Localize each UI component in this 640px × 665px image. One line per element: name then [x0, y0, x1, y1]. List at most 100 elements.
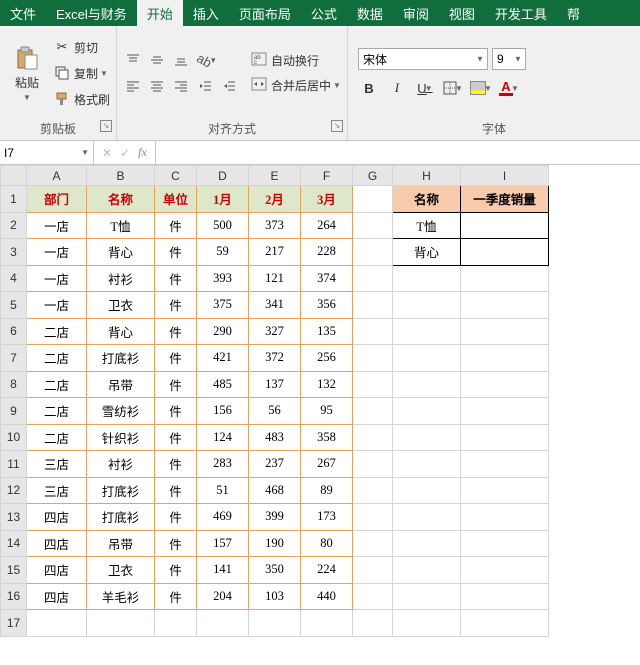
cell[interactable]: 一店	[27, 292, 87, 319]
cell[interactable]: 421	[197, 345, 249, 372]
cell[interactable]: 341	[249, 292, 301, 319]
cell[interactable]	[461, 212, 549, 239]
cell[interactable]: 121	[249, 265, 301, 292]
spreadsheet-grid[interactable]: ABCDEFGHI1部门名称单位1月2月3月名称一季度销量2一店T恤件50037…	[0, 165, 640, 665]
cell[interactable]: 卫衣	[87, 292, 155, 319]
cell[interactable]: 吊带	[87, 371, 155, 398]
cell[interactable]: 399	[249, 504, 301, 531]
cell[interactable]: 件	[155, 504, 197, 531]
cell[interactable]	[197, 610, 249, 637]
row-header[interactable]: 11	[1, 451, 27, 478]
ribbon-tab[interactable]: Excel与财务	[46, 0, 137, 26]
cell[interactable]	[393, 265, 461, 292]
cell[interactable]: 204	[197, 583, 249, 610]
column-header[interactable]: E	[249, 166, 301, 186]
cell[interactable]	[461, 345, 549, 372]
cell[interactable]: 件	[155, 557, 197, 584]
cell[interactable]	[393, 398, 461, 425]
cell[interactable]: 372	[249, 345, 301, 372]
column-header[interactable]: B	[87, 166, 155, 186]
row-header[interactable]: 17	[1, 610, 27, 637]
cell[interactable]: 375	[197, 292, 249, 319]
cell[interactable]: 打底衫	[87, 345, 155, 372]
row-header[interactable]: 12	[1, 477, 27, 504]
enter-icon[interactable]: ✓	[120, 146, 130, 160]
font-size-select[interactable]: 9 ▼	[492, 48, 526, 70]
select-all-corner[interactable]	[1, 166, 27, 186]
cell[interactable]	[353, 398, 393, 425]
cell[interactable]: 358	[301, 424, 353, 451]
cell[interactable]: 二店	[27, 371, 87, 398]
cell[interactable]: 衬衫	[87, 265, 155, 292]
copy-button[interactable]: 复制 ▼	[54, 63, 110, 83]
cancel-icon[interactable]: ✕	[102, 146, 112, 160]
cell[interactable]: 针织衫	[87, 424, 155, 451]
cell[interactable]: 件	[155, 583, 197, 610]
cell[interactable]: 190	[249, 530, 301, 557]
cell[interactable]: 356	[301, 292, 353, 319]
cell[interactable]: 137	[249, 371, 301, 398]
format-painter-button[interactable]: 格式刷	[54, 89, 110, 109]
cell[interactable]	[461, 371, 549, 398]
row-header[interactable]: 4	[1, 265, 27, 292]
align-left-button[interactable]	[123, 76, 143, 96]
align-right-button[interactable]	[171, 76, 191, 96]
cell[interactable]	[353, 318, 393, 345]
cell[interactable]: 95	[301, 398, 353, 425]
column-header[interactable]: D	[197, 166, 249, 186]
row-header[interactable]: 10	[1, 424, 27, 451]
align-bottom-button[interactable]	[171, 50, 191, 70]
ribbon-tab[interactable]: 开发工具	[485, 0, 557, 26]
cell[interactable]: 雪纺衫	[87, 398, 155, 425]
cell[interactable]	[461, 477, 549, 504]
row-header[interactable]: 7	[1, 345, 27, 372]
cell[interactable]	[461, 424, 549, 451]
ribbon-tab[interactable]: 帮	[557, 0, 590, 26]
cell[interactable]	[353, 451, 393, 478]
cell[interactable]: 衬衫	[87, 451, 155, 478]
fx-icon[interactable]: fx	[138, 145, 147, 160]
column-header[interactable]: H	[393, 166, 461, 186]
cell[interactable]	[353, 292, 393, 319]
row-header[interactable]: 13	[1, 504, 27, 531]
ribbon-tab[interactable]: 视图	[439, 0, 485, 26]
cell[interactable]	[461, 265, 549, 292]
cell[interactable]	[461, 583, 549, 610]
cell[interactable]	[461, 318, 549, 345]
cut-button[interactable]: ✂ 剪切	[54, 37, 110, 57]
row-header[interactable]: 6	[1, 318, 27, 345]
cell[interactable]: 173	[301, 504, 353, 531]
cell[interactable]	[393, 557, 461, 584]
cell[interactable]: 2月	[249, 186, 301, 213]
cell[interactable]: 一季度销量	[461, 186, 549, 213]
cell[interactable]: 256	[301, 345, 353, 372]
column-header[interactable]: A	[27, 166, 87, 186]
cell[interactable]	[353, 371, 393, 398]
cell[interactable]	[87, 610, 155, 637]
cell[interactable]: 单位	[155, 186, 197, 213]
cell[interactable]	[353, 530, 393, 557]
cell[interactable]: 部门	[27, 186, 87, 213]
cell[interactable]	[353, 186, 393, 213]
cell[interactable]: 157	[197, 530, 249, 557]
cell[interactable]	[393, 292, 461, 319]
cell[interactable]: 132	[301, 371, 353, 398]
wrap-text-button[interactable]: abc 自动换行	[251, 52, 341, 69]
cell[interactable]: 51	[197, 477, 249, 504]
cell[interactable]: 件	[155, 371, 197, 398]
cell[interactable]	[249, 610, 301, 637]
cell[interactable]: 件	[155, 424, 197, 451]
cell[interactable]	[461, 451, 549, 478]
cell[interactable]	[27, 610, 87, 637]
cell[interactable]: 373	[249, 212, 301, 239]
bold-button[interactable]: B	[358, 78, 380, 98]
cell[interactable]: 件	[155, 292, 197, 319]
cell[interactable]: 374	[301, 265, 353, 292]
cell[interactable]	[393, 451, 461, 478]
cell[interactable]	[353, 477, 393, 504]
cell[interactable]: 56	[249, 398, 301, 425]
cell[interactable]	[353, 265, 393, 292]
cell[interactable]: 二店	[27, 424, 87, 451]
cell[interactable]	[353, 557, 393, 584]
cell[interactable]: 124	[197, 424, 249, 451]
